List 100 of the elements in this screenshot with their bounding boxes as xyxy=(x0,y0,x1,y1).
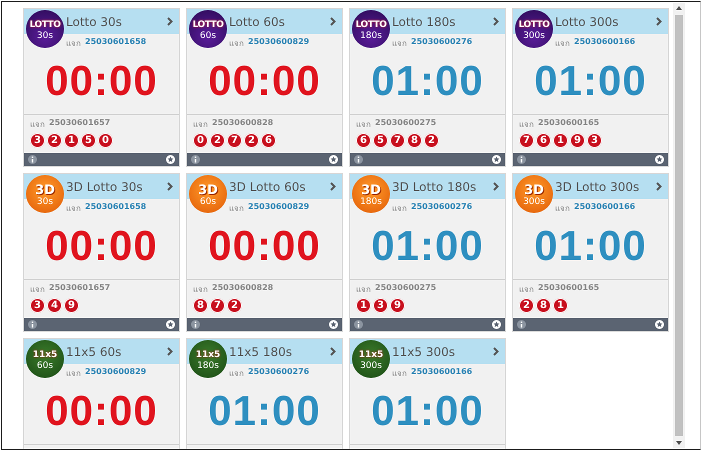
result-ball: 1 xyxy=(553,133,568,148)
info-icon[interactable] xyxy=(354,320,363,329)
scroll-up-arrow[interactable] xyxy=(676,6,682,10)
star-icon[interactable] xyxy=(329,155,338,164)
game-title: 3D Lotto 30s xyxy=(66,180,144,194)
last-draw-label: แจก xyxy=(356,284,371,296)
info-icon[interactable] xyxy=(191,320,200,329)
chevron-right-icon[interactable] xyxy=(330,347,336,356)
result-ball: 9 xyxy=(570,133,585,148)
countdown-timer: 00:00 xyxy=(207,223,322,269)
result-ball: 9 xyxy=(390,298,405,313)
result-ball: 0 xyxy=(193,133,208,148)
chevron-right-icon[interactable] xyxy=(493,17,499,26)
chevron-right-icon[interactable] xyxy=(167,182,173,191)
game-title: 3D Lotto 300s xyxy=(555,180,640,194)
star-icon[interactable] xyxy=(492,155,501,164)
info-icon[interactable] xyxy=(517,155,526,164)
draw-label: แจก xyxy=(555,38,570,50)
result-ball: 2 xyxy=(424,133,439,148)
chevron-right-icon[interactable] xyxy=(167,17,173,26)
info-icon[interactable] xyxy=(191,155,200,164)
result-ball: 1 xyxy=(64,133,79,148)
result-ball: 3 xyxy=(30,298,45,313)
result-ball: 1 xyxy=(356,298,371,313)
last-draw-number: 25030600828 xyxy=(212,283,274,294)
scrollbar-thumb[interactable] xyxy=(675,15,683,436)
star-icon[interactable] xyxy=(166,155,175,164)
logo-duration: 60s xyxy=(200,197,216,207)
logo-mark: 3D xyxy=(361,184,381,197)
result-ball: 6 xyxy=(356,133,371,148)
logo-mark: LOTTO xyxy=(192,20,224,31)
draw-label: แจก xyxy=(66,368,81,380)
star-icon[interactable] xyxy=(655,155,664,164)
logo-duration: 300s xyxy=(523,197,545,207)
last-draw-label: แจก xyxy=(30,119,45,131)
draw-label: แจก xyxy=(392,203,407,215)
scroll-down-arrow[interactable] xyxy=(676,441,682,445)
draw-label: แจก xyxy=(229,203,244,215)
game-title: 3D Lotto 60s xyxy=(229,180,307,194)
chevron-right-icon[interactable] xyxy=(330,17,336,26)
last-draw-label: แจก xyxy=(519,284,534,296)
scrollbar[interactable] xyxy=(673,3,685,448)
star-icon[interactable] xyxy=(655,320,664,329)
result-ball: 2 xyxy=(244,133,259,148)
result-ball: 3 xyxy=(30,133,45,148)
last-draw-number: 25030601657 xyxy=(49,283,110,294)
star-icon[interactable] xyxy=(166,320,175,329)
countdown-timer: 01:00 xyxy=(207,388,322,434)
star-icon[interactable] xyxy=(492,320,501,329)
logo-duration: 300s xyxy=(523,31,545,41)
last-draw-number: 25030600275 xyxy=(375,118,436,129)
game-title: 11x5 180s xyxy=(229,344,293,358)
draw-number: 25030600276 xyxy=(248,367,310,378)
countdown-timer: 01:00 xyxy=(370,388,485,434)
logo-mark: 11x5 xyxy=(32,350,58,361)
last-draw-number: 25030600828 xyxy=(212,118,274,129)
countdown-timer: 00:00 xyxy=(207,58,322,104)
last-draw-number: 25030601657 xyxy=(49,118,110,129)
result-ball: 8 xyxy=(407,133,422,148)
game-title: Lotto 30s xyxy=(66,14,123,28)
chevron-right-icon[interactable] xyxy=(167,347,173,356)
chevron-right-icon[interactable] xyxy=(493,182,499,191)
logo-mark: 11x5 xyxy=(358,350,384,361)
draw-number: 25030600166 xyxy=(574,202,636,213)
game-title: Lotto 180s xyxy=(392,14,457,28)
logo-mark: LOTTO xyxy=(356,20,386,31)
chevron-right-icon[interactable] xyxy=(656,17,662,26)
draw-number: 25030600276 xyxy=(411,202,472,213)
result-ball: 9 xyxy=(64,298,79,313)
info-icon[interactable] xyxy=(517,320,526,329)
countdown-timer: 00:00 xyxy=(44,58,159,104)
info-icon[interactable] xyxy=(28,320,37,329)
last-draw-number: 25030600165 xyxy=(538,283,600,294)
result-ball: 5 xyxy=(373,133,388,148)
logo-mark: 3D xyxy=(198,184,218,197)
draw-label: แจก xyxy=(392,38,407,50)
countdown-timer: 00:00 xyxy=(44,388,159,434)
last-draw-number: 25030600275 xyxy=(375,283,436,294)
draw-label: แจก xyxy=(66,203,81,215)
chevron-right-icon[interactable] xyxy=(493,347,499,356)
logo-mark: 11x5 xyxy=(196,350,220,361)
chevron-right-icon[interactable] xyxy=(656,182,662,191)
last-draw-number: 25030600165 xyxy=(538,118,600,129)
star-icon[interactable] xyxy=(329,320,338,329)
countdown-timer: 01:00 xyxy=(370,223,485,269)
result-ball: 2 xyxy=(47,133,62,148)
logo-duration: 60s xyxy=(36,361,54,371)
logo-duration: 60s xyxy=(200,31,216,41)
draw-label: แจก xyxy=(392,368,407,380)
chevron-right-icon[interactable] xyxy=(330,182,336,191)
info-icon[interactable] xyxy=(28,155,37,164)
draw-number: 25030600166 xyxy=(411,367,472,378)
game-title: 3D Lotto 180s xyxy=(392,180,478,194)
last-draw-label: แจก xyxy=(193,284,208,296)
info-icon[interactable] xyxy=(354,155,363,164)
result-ball: 1 xyxy=(553,298,568,313)
draw-label: แจก xyxy=(66,38,81,50)
draw-number: 25030601658 xyxy=(85,37,146,48)
logo-mark: 3D xyxy=(35,184,55,197)
logo-mark: 3D xyxy=(524,184,544,197)
